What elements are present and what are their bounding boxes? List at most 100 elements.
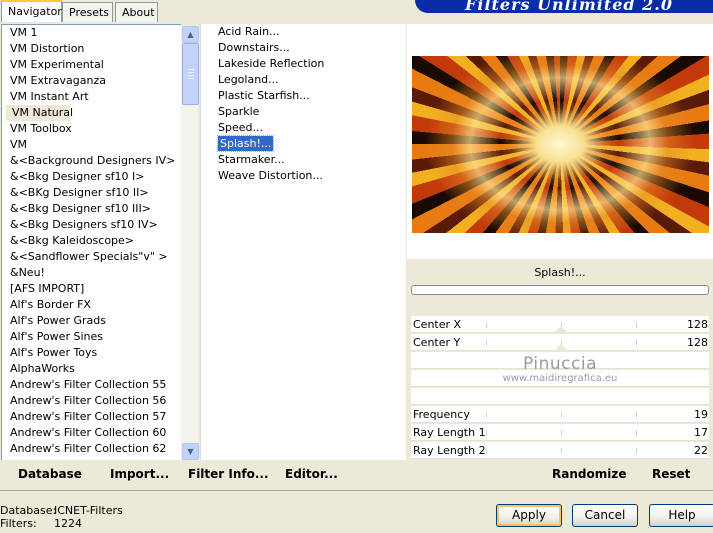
filter-item[interactable]: Acid Rain... — [201, 24, 406, 40]
param-empty — [411, 352, 709, 369]
param-frequency[interactable]: Frequency 19 — [411, 406, 709, 423]
param-ray-length-2[interactable]: Ray Length 2 22 — [411, 442, 709, 459]
filter-list[interactable]: Acid Rain... Downstairs... Lakeside Reflec… — [200, 24, 406, 460]
param-center-y[interactable]: Center Y 128 — [411, 334, 709, 351]
category-scrollbar[interactable]: ▲ ▼ — [181, 26, 199, 460]
category-item[interactable]: VM Distortion — [2, 41, 181, 57]
import-button[interactable]: Import... — [110, 467, 169, 481]
category-item[interactable]: &<Bkg Designer sf10 I> — [2, 169, 181, 185]
filter-item[interactable]: Splash!... — [201, 135, 406, 152]
scroll-thumb[interactable] — [182, 43, 199, 105]
category-item[interactable]: VM 1 — [2, 25, 181, 41]
help-button[interactable]: Help — [649, 504, 713, 527]
category-item[interactable]: Alf's Power Sines — [2, 329, 181, 345]
category-item[interactable]: &<Bkg Designer sf10 III> — [2, 201, 181, 217]
randomize-button[interactable]: Randomize — [552, 467, 626, 481]
param-center-x[interactable]: Center X 128 — [411, 316, 709, 333]
filter-item-label: Downstairs... — [218, 41, 290, 54]
status-filters-value: 1224 — [54, 517, 82, 530]
category-item[interactable]: &<Bkg Designers sf10 IV> — [2, 217, 181, 233]
database-button[interactable]: Database — [18, 467, 82, 481]
filter-item[interactable]: Plastic Starfish... — [201, 88, 406, 104]
category-item[interactable]: [AFS IMPORT] — [2, 281, 181, 297]
filter-item[interactable]: Lakeside Reflection — [201, 56, 406, 72]
category-item[interactable]: AlphaWorks — [2, 361, 181, 377]
parameter-toolbar: Randomize Reset — [407, 461, 713, 489]
category-list[interactable]: VM 1 VM Distortion VM Experimental VM Extra… — [1, 24, 181, 460]
category-item[interactable]: &<BKg Designer sf10 II> — [2, 185, 181, 201]
tab-presets[interactable]: Presets — [62, 2, 113, 22]
banner-title: Filters Unlimited 2.0 — [465, 0, 674, 13]
category-item[interactable]: VM Experimental — [2, 57, 181, 73]
filter-item[interactable]: Weave Distortion... — [201, 168, 406, 184]
param-value: 22 — [694, 444, 708, 457]
slider-pointer[interactable] — [554, 344, 568, 351]
param-value: 128 — [687, 336, 708, 349]
param-label: Frequency — [413, 408, 470, 421]
filter-item-label: Speed... — [218, 121, 263, 134]
filter-info-button[interactable]: Filter Info... — [188, 467, 269, 481]
param-label: Ray Length 1 — [413, 426, 486, 439]
tab-navigator[interactable]: Navigator — [1, 0, 62, 22]
param-ray-length-1[interactable]: Ray Length 1 17 — [411, 424, 709, 441]
param-empty — [411, 388, 709, 405]
filter-item-label: Splash!... — [216, 135, 275, 152]
category-item[interactable]: &<Background Designers IV> — [2, 153, 181, 169]
preview-image — [412, 56, 709, 233]
selected-filter-name: Splash!... — [411, 262, 709, 284]
category-item[interactable]: VM Extravaganza — [2, 73, 181, 89]
filter-item[interactable]: Starmaker... — [201, 152, 406, 168]
category-item[interactable]: &Neu! — [2, 265, 181, 281]
filter-item-label: Starmaker... — [218, 153, 285, 166]
param-label: Center X — [413, 318, 462, 331]
slider-pointer[interactable] — [554, 326, 568, 333]
filter-item[interactable]: Sparkle — [201, 104, 406, 120]
category-item[interactable]: Andrew's Filter Collection 60 — [2, 425, 181, 441]
category-item[interactable]: VM — [2, 137, 181, 153]
tab-strip: Navigator Presets About — [0, 0, 400, 24]
filter-item-label: Sparkle — [218, 105, 260, 118]
progress-bar — [411, 285, 709, 295]
status-database-value: ICNET-Filters — [54, 504, 123, 517]
category-item[interactable]: Andrew's Filter Collection 56 — [2, 393, 181, 409]
editor-button[interactable]: Editor... — [285, 467, 338, 481]
param-label: Ray Length 2 — [413, 444, 486, 457]
category-item[interactable]: VM Toolbox — [2, 121, 181, 137]
category-item[interactable]: &<Bkg Kaleidoscope> — [2, 233, 181, 249]
param-empty — [411, 370, 709, 387]
status-database-label: Database: — [0, 504, 57, 517]
cancel-button[interactable]: Cancel — [572, 504, 638, 527]
category-item[interactable]: VM Instant Art — [2, 89, 181, 105]
status-database: Database: ICNET-Filters — [0, 504, 123, 517]
divider — [0, 490, 713, 491]
param-value: 17 — [694, 426, 708, 439]
category-item[interactable]: Andrew's Filter Collection 57 — [2, 409, 181, 425]
category-item[interactable]: &<Sandflower Specials"v" > — [2, 249, 181, 265]
status-filters: Filters: 1224 — [0, 517, 82, 530]
filter-item-label: Plastic Starfish... — [218, 89, 310, 102]
reset-button[interactable]: Reset — [652, 467, 690, 481]
navigator-toolbar: Database Import... Filter Info... Editor… — [0, 461, 406, 489]
category-item[interactable]: VM Natural — [6, 105, 73, 121]
scroll-up-button[interactable]: ▲ — [182, 26, 199, 43]
filter-item-label: Acid Rain... — [218, 25, 280, 38]
category-item[interactable]: Andrew's Filter Collection 62 — [2, 441, 181, 457]
status-filters-label: Filters: — [0, 517, 37, 530]
category-item[interactable]: Andrew's Filter Collection 55 — [2, 377, 181, 393]
param-value: 19 — [694, 408, 708, 421]
category-item[interactable]: Alf's Border FX — [2, 297, 181, 313]
tab-about[interactable]: About — [115, 2, 158, 22]
header-banner: Filters Unlimited 2.0 — [415, 0, 713, 13]
filter-item-label: Legoland... — [218, 73, 279, 86]
category-item[interactable]: Alf's Power Toys — [2, 345, 181, 361]
param-value: 128 — [687, 318, 708, 331]
scroll-down-button[interactable]: ▼ — [182, 443, 199, 460]
filter-item-label: Weave Distortion... — [218, 169, 323, 182]
filter-item[interactable]: Speed... — [201, 120, 406, 136]
category-item[interactable]: Alf's Power Grads — [2, 313, 181, 329]
filter-item[interactable]: Downstairs... — [201, 40, 406, 56]
filter-item[interactable]: Legoland... — [201, 72, 406, 88]
apply-button[interactable]: Apply — [496, 504, 562, 527]
filter-item-label: Lakeside Reflection — [218, 57, 325, 70]
param-label: Center Y — [413, 336, 461, 349]
